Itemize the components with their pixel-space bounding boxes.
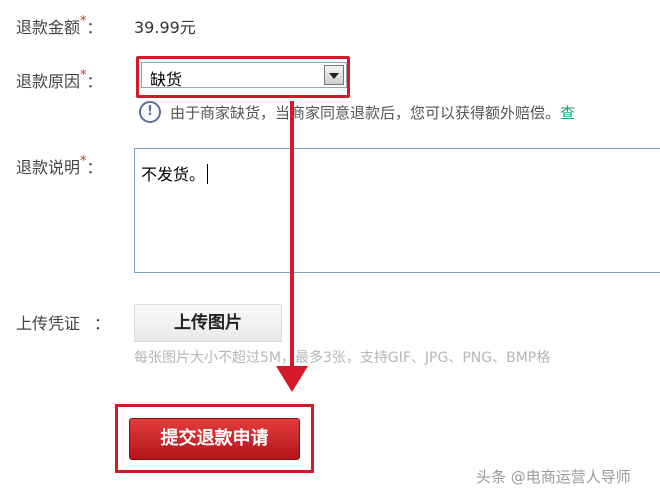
- watermark: 头条 @电商运营人导师: [476, 468, 631, 486]
- annotation-arrow: [276, 101, 308, 392]
- arrow-head: [276, 366, 308, 392]
